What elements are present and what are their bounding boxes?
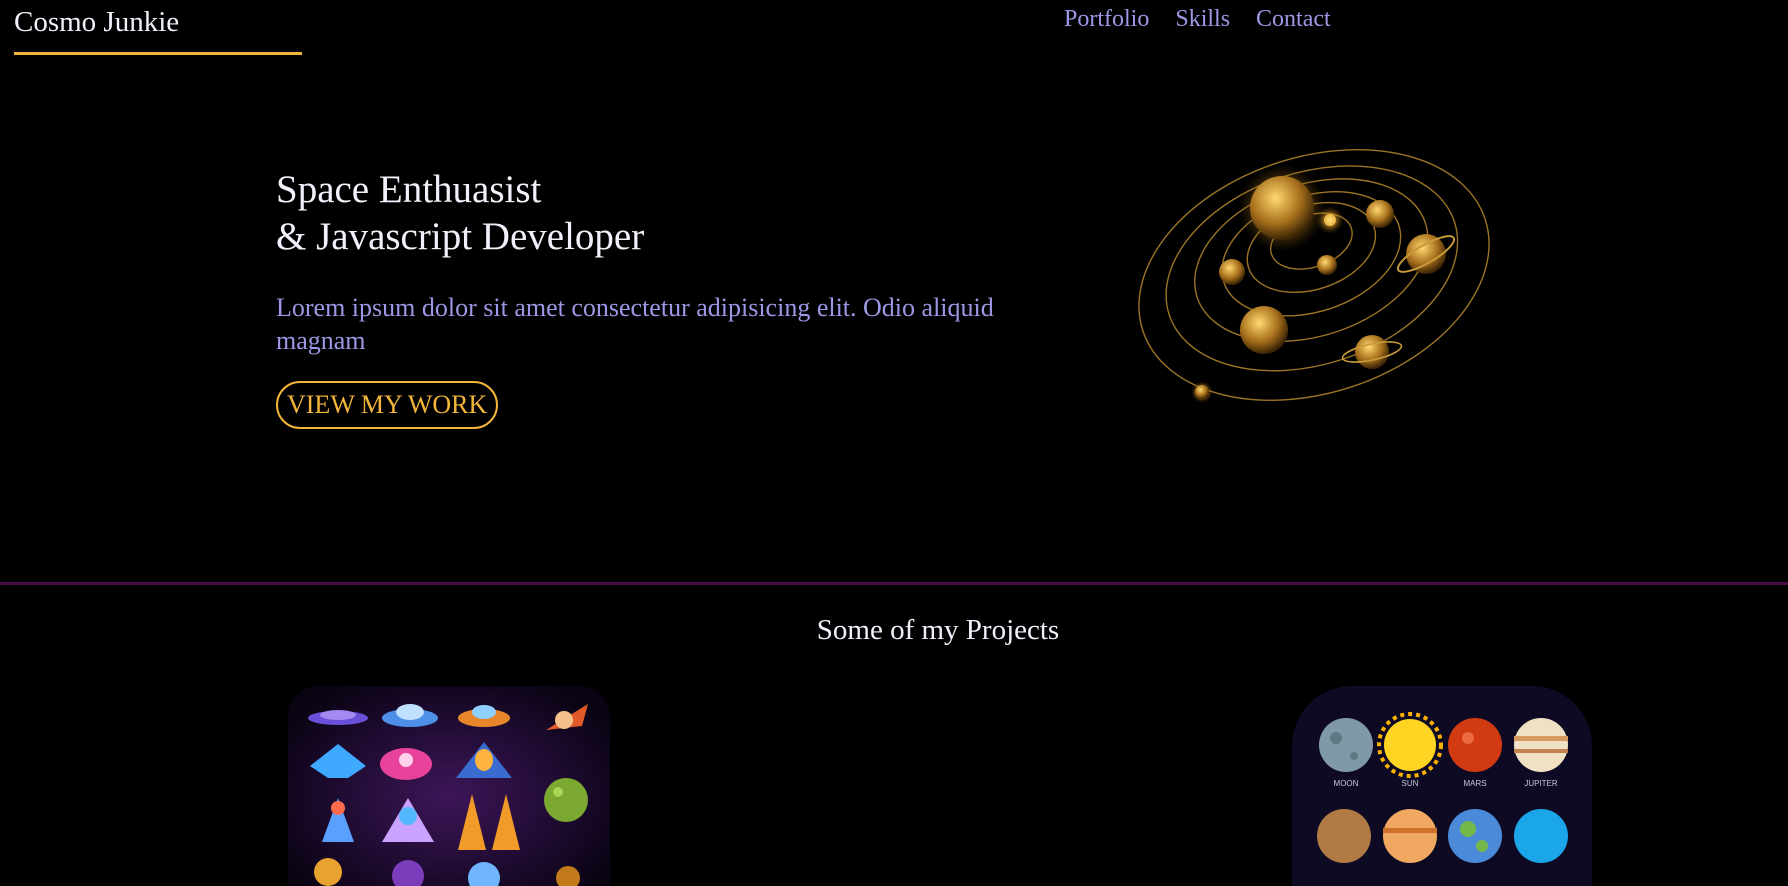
planets-thumbnail: MOON SUN MARS JUPITER: [1317, 712, 1568, 863]
planet-label-jupiter: JUPITER: [1524, 779, 1558, 788]
planet-label-moon: MOON: [1334, 779, 1359, 788]
solar-system-illustration: [1138, 149, 1490, 403]
planet-label-mars: MARS: [1463, 779, 1486, 788]
hero-description: Lorem ipsum dolor sit amet consectetur a…: [276, 293, 994, 355]
project-card-planets[interactable]: MOON SUN MARS JUPITER: [1292, 686, 1592, 886]
nav-link-skills[interactable]: Skills: [1175, 6, 1230, 33]
nav-link-contact[interactable]: Contact: [1256, 6, 1331, 33]
hero-title: Space Enthuasist & Javascript Developer: [276, 166, 644, 260]
project-card-spaceships[interactable]: [288, 686, 610, 886]
planet-label-sun: SUN: [1402, 779, 1419, 788]
brand-underline: [14, 52, 302, 55]
nav-link-portfolio[interactable]: Portfolio: [1064, 6, 1149, 33]
main-nav: Portfolio Skills Contact: [1064, 6, 1331, 33]
hero-title-line2: & Javascript Developer: [276, 215, 645, 258]
spaceships-thumbnail: [308, 704, 588, 886]
brand-logo[interactable]: Cosmo Junkie: [14, 6, 179, 39]
section-divider: [0, 582, 1788, 585]
hero-title-line1: Space Enthuasist: [276, 168, 542, 211]
view-my-work-button[interactable]: VIEW MY WORK: [276, 381, 499, 429]
site-header: Cosmo Junkie Portfolio Skills Contact: [0, 0, 1788, 60]
projects-heading: Some of my Projects: [816, 614, 1060, 646]
